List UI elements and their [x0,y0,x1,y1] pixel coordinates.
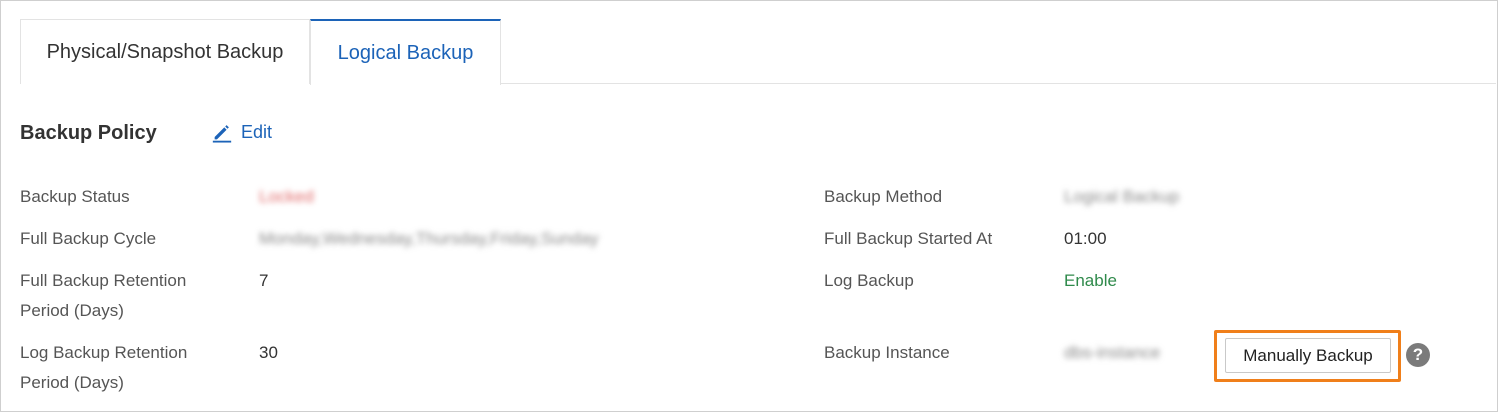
edit-link[interactable]: Edit [211,121,272,143]
tab-bar: Physical/Snapshot Backup Logical Backup [20,19,1496,85]
full-backup-cycle-value: Monday,Wednesday,Thursday,Friday,Sunday [259,229,599,248]
backup-status-label: Backup Status [20,187,130,206]
full-backup-retention-label-line2: Period (Days) [20,301,124,320]
backup-instance-value: dbs-instance [1064,343,1161,362]
log-backup-label: Log Backup [824,271,914,290]
backup-method-value: Logical Backup [1064,187,1180,206]
tab-logical-backup[interactable]: Logical Backup [310,19,501,85]
log-backup-retention-label-line2: Period (Days) [20,373,124,392]
full-backup-started-at-value: 01:00 [1064,229,1107,248]
manually-backup-button[interactable]: Manually Backup [1225,338,1391,373]
backup-instance-label: Backup Instance [824,343,950,362]
full-backup-started-at-label: Full Backup Started At [824,229,993,248]
backup-method-label: Backup Method [824,187,943,206]
backup-status-value: Locked [259,187,314,206]
section-title: Backup Policy [20,122,157,144]
full-backup-cycle-label: Full Backup Cycle [20,229,157,248]
full-backup-retention-value: 7 [259,271,269,290]
pencil-icon [212,125,232,143]
backup-panel: Physical/Snapshot Backup Logical Backup … [0,0,1498,412]
edit-label: Edit [241,121,273,142]
tab-label: Logical Backup [337,41,474,64]
log-backup-value: Enable [1064,271,1117,290]
tab-label: Physical/Snapshot Backup [46,40,284,63]
log-backup-retention-label-line1: Log Backup Retention [20,343,188,362]
full-backup-retention-label-line1: Full Backup Retention [20,271,187,290]
tab-physical-snapshot-backup[interactable]: Physical/Snapshot Backup [20,19,310,84]
question-circle-icon[interactable]: ? [1406,343,1430,367]
log-backup-retention-value: 30 [259,343,278,362]
